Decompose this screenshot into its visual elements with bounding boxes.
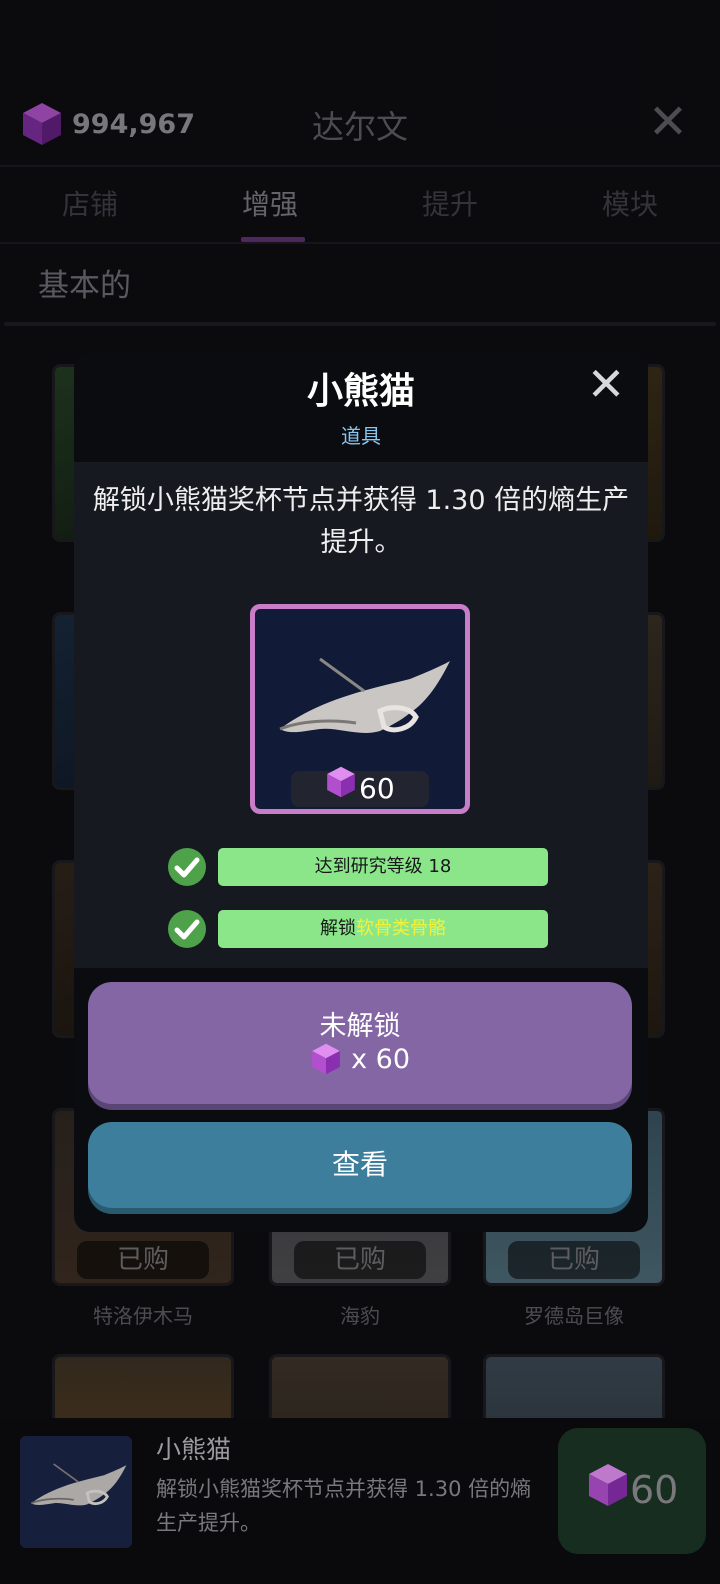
unlock-button[interactable]: 未解锁 x 60 (88, 982, 632, 1104)
modal-subtitle: 道具 (341, 424, 381, 448)
unlock-button-label: 未解锁 (319, 1011, 401, 1042)
item-price-tag: 60 (291, 771, 429, 807)
check-icon (168, 910, 206, 948)
requirement-research-level: 达到研究等级 18 (168, 848, 548, 886)
modal-title: 小熊猫 (306, 371, 415, 412)
view-button-label: 查看 (331, 1148, 388, 1181)
requirement-highlight[interactable]: 软骨类骨骼 (356, 918, 446, 939)
unlock-cost: x 60 (88, 1042, 632, 1076)
item-detail-modal: 小熊猫 道具 ✕ 解锁小熊猫奖杯节点并获得 1.30 倍的熵生产提升。 60 达… (74, 352, 648, 1232)
modal-body: 解锁小熊猫奖杯节点并获得 1.30 倍的熵生产提升。 60 达到研究等级 18 … (74, 462, 648, 968)
view-button[interactable]: 查看 (88, 1122, 632, 1208)
requirement-text: 达到研究等级 18 (218, 848, 548, 886)
requirement-text: 解锁软骨类骨骼 (218, 910, 548, 948)
purple-cube-icon (310, 1042, 342, 1076)
close-icon[interactable]: ✕ (582, 360, 630, 408)
requirement-unlock-skeleton: 解锁软骨类骨骼 (168, 910, 548, 948)
purple-cube-icon (325, 765, 357, 799)
requirement-prefix: 解锁 (320, 918, 356, 939)
item-price-value: 60 (359, 772, 395, 805)
unlock-cost-value: x 60 (351, 1043, 410, 1075)
check-icon (168, 848, 206, 886)
item-image: 60 (250, 604, 470, 814)
item-description: 解锁小熊猫奖杯节点并获得 1.30 倍的熵生产提升。 (92, 485, 630, 558)
